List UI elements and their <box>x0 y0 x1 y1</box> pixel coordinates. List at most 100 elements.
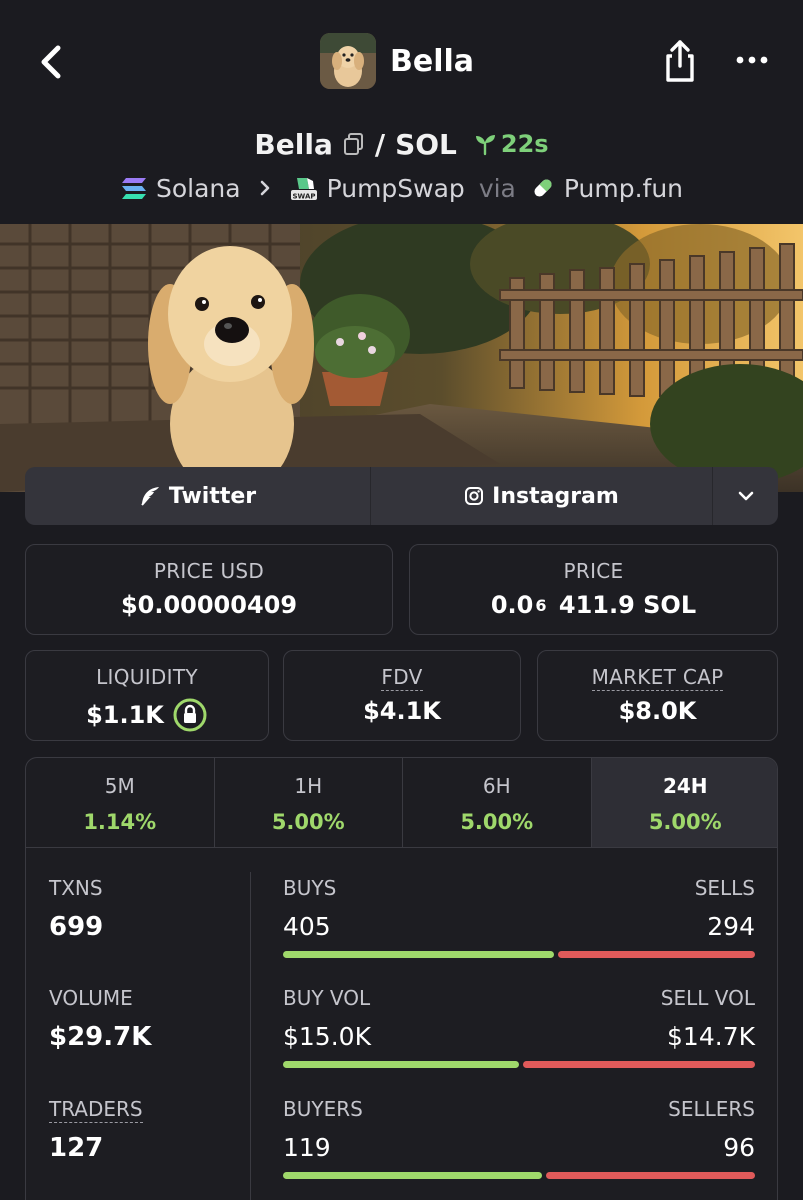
price-native-label: PRICE <box>563 559 624 583</box>
pair-age-value: 22s <box>500 130 549 158</box>
price-native-card: PRICE 0.0 6 411.9 SOL <box>409 544 778 635</box>
buys-sells-bar <box>283 951 755 958</box>
traders-value: 127 <box>49 1133 104 1163</box>
sells-bar-fill <box>558 951 755 958</box>
sells-value: 294 <box>707 912 755 941</box>
tab-24h[interactable]: 24H 5.00% <box>591 758 777 847</box>
more-links-dropdown[interactable] <box>713 467 778 525</box>
sell-vol-bar-fill <box>523 1061 755 1068</box>
copy-icon[interactable] <box>343 132 365 156</box>
launchpad-name[interactable]: Pump.fun <box>564 174 683 203</box>
buyers-bar-fill <box>283 1172 542 1179</box>
liquidity-value: $1.1K <box>86 701 164 729</box>
top-bar: Bella <box>0 0 803 120</box>
sellers-label: SELLERS <box>668 1097 755 1121</box>
buy-vol-bar-fill <box>283 1061 519 1068</box>
instagram-button[interactable]: Instagram <box>371 467 713 525</box>
chevron-right-icon <box>260 180 269 196</box>
tab-change: 5.00% <box>271 810 345 834</box>
tab-label: 24H <box>662 774 708 798</box>
share-icon[interactable] <box>660 38 700 84</box>
tab-label: 1H <box>294 774 323 798</box>
buyers-label: BUYERS <box>283 1097 363 1121</box>
base-symbol: Bella <box>254 127 333 161</box>
market-cap-card: MARKET CAP $8.0K <box>537 650 778 741</box>
more-options-icon[interactable] <box>732 46 772 74</box>
tab-1h[interactable]: 1H 5.00% <box>215 758 403 847</box>
liquidity-card: LIQUIDITY $1.1K <box>25 650 269 741</box>
price-usd-value: $0.00000409 <box>120 591 298 619</box>
sellers-bar-fill <box>546 1172 755 1179</box>
price-native-zero-count: 6 <box>535 595 547 615</box>
lock-icon[interactable] <box>172 697 208 733</box>
pumpswap-badge-text: SWAP <box>292 193 315 201</box>
tab-6h[interactable]: 6H 5.00% <box>403 758 592 847</box>
price-native-suffix: 411.9 SOL <box>558 591 697 619</box>
txns-label: TXNS <box>49 876 103 900</box>
pumpswap-icon: SWAP <box>290 178 317 201</box>
trading-stats-panel: 5M 1.14% 1H 5.00% 6H 5.00% 24H 5.00% TXN… <box>25 757 778 1200</box>
social-links: Twitter Instagram <box>25 467 778 525</box>
market-cap-value: $8.0K <box>618 697 697 725</box>
tab-change: 5.00% <box>648 810 722 834</box>
pair-title: Bella / SOL 22s <box>0 122 803 166</box>
volume-value: $29.7K <box>49 1022 152 1052</box>
instagram-label: Instagram <box>492 483 619 509</box>
dex-name[interactable]: PumpSwap <box>327 174 465 203</box>
volume-label: VOLUME <box>49 986 133 1010</box>
twitter-button[interactable]: Twitter <box>25 467 371 525</box>
tab-change: 1.14% <box>83 810 157 834</box>
sellers-value: 96 <box>723 1133 755 1162</box>
liquidity-label: LIQUIDITY <box>96 665 198 689</box>
via-label: via <box>478 173 516 203</box>
token-title: Bella <box>390 43 475 79</box>
fdv-card: FDV $4.1K <box>283 650 521 741</box>
solana-icon <box>121 178 146 199</box>
tab-5m[interactable]: 5M 1.14% <box>26 758 215 847</box>
traders-label[interactable]: TRADERS <box>49 1097 143 1123</box>
buyers-value: 119 <box>283 1133 331 1162</box>
chain-breadcrumb: Solana SWAP PumpSwap via Pump.fun <box>0 168 803 208</box>
txns-stat: TXNS 699 <box>49 876 103 942</box>
pill-icon <box>534 179 552 197</box>
token-banner-image <box>0 224 803 492</box>
pair-age: 22s <box>473 130 549 158</box>
twitter-label: Twitter <box>168 483 257 509</box>
quote-symbol: SOL <box>395 127 457 161</box>
price-native-prefix: 0.0 <box>490 591 534 619</box>
market-cap-label[interactable]: MARKET CAP <box>591 665 724 691</box>
instagram-icon <box>465 487 484 505</box>
timeframe-tabs: 5M 1.14% 1H 5.00% 6H 5.00% 24H 5.00% <box>26 758 777 848</box>
buys-bar-fill <box>283 951 554 958</box>
buy-sell-volume-stat: BUY VOL SELL VOL $15.0K $14.7K <box>283 986 755 1068</box>
liquidity-row: $1.1K <box>26 697 268 733</box>
txns-value: 699 <box>49 912 104 942</box>
volume-stat: VOLUME $29.7K <box>49 986 151 1052</box>
chain-name[interactable]: Solana <box>156 174 241 203</box>
sells-label: SELLS <box>694 876 755 900</box>
buy-vol-label: BUY VOL <box>283 986 371 1010</box>
tab-label: 6H <box>482 774 511 798</box>
stats-divider <box>250 872 251 1200</box>
price-usd-label: PRICE USD <box>153 559 265 583</box>
fdv-label[interactable]: FDV <box>381 665 423 691</box>
sell-vol-label: SELL VOL <box>660 986 755 1010</box>
token-header: Bella <box>320 32 474 90</box>
fdv-value: $4.1K <box>363 697 441 725</box>
tab-label: 5M <box>104 774 135 798</box>
buy-vol-value: $15.0K <box>283 1022 371 1051</box>
buys-value: 405 <box>283 912 331 941</box>
back-arrow-icon[interactable] <box>34 40 70 84</box>
traders-bar <box>283 1172 755 1179</box>
tab-change: 5.00% <box>460 810 534 834</box>
buys-sells-stat: BUYS SELLS 405 294 <box>283 876 755 958</box>
chevron-down-icon <box>738 491 753 501</box>
price-native-value: 0.0 6 411.9 SOL <box>410 591 777 619</box>
traders-stat: TRADERS 127 <box>49 1097 143 1163</box>
seedling-icon <box>475 135 495 156</box>
sell-vol-value: $14.7K <box>667 1022 755 1051</box>
feather-icon <box>141 487 159 506</box>
buyers-sellers-stat: BUYERS SELLERS 119 96 <box>283 1097 755 1179</box>
price-usd-card: PRICE USD $0.00000409 <box>25 544 393 635</box>
token-avatar <box>320 33 376 89</box>
